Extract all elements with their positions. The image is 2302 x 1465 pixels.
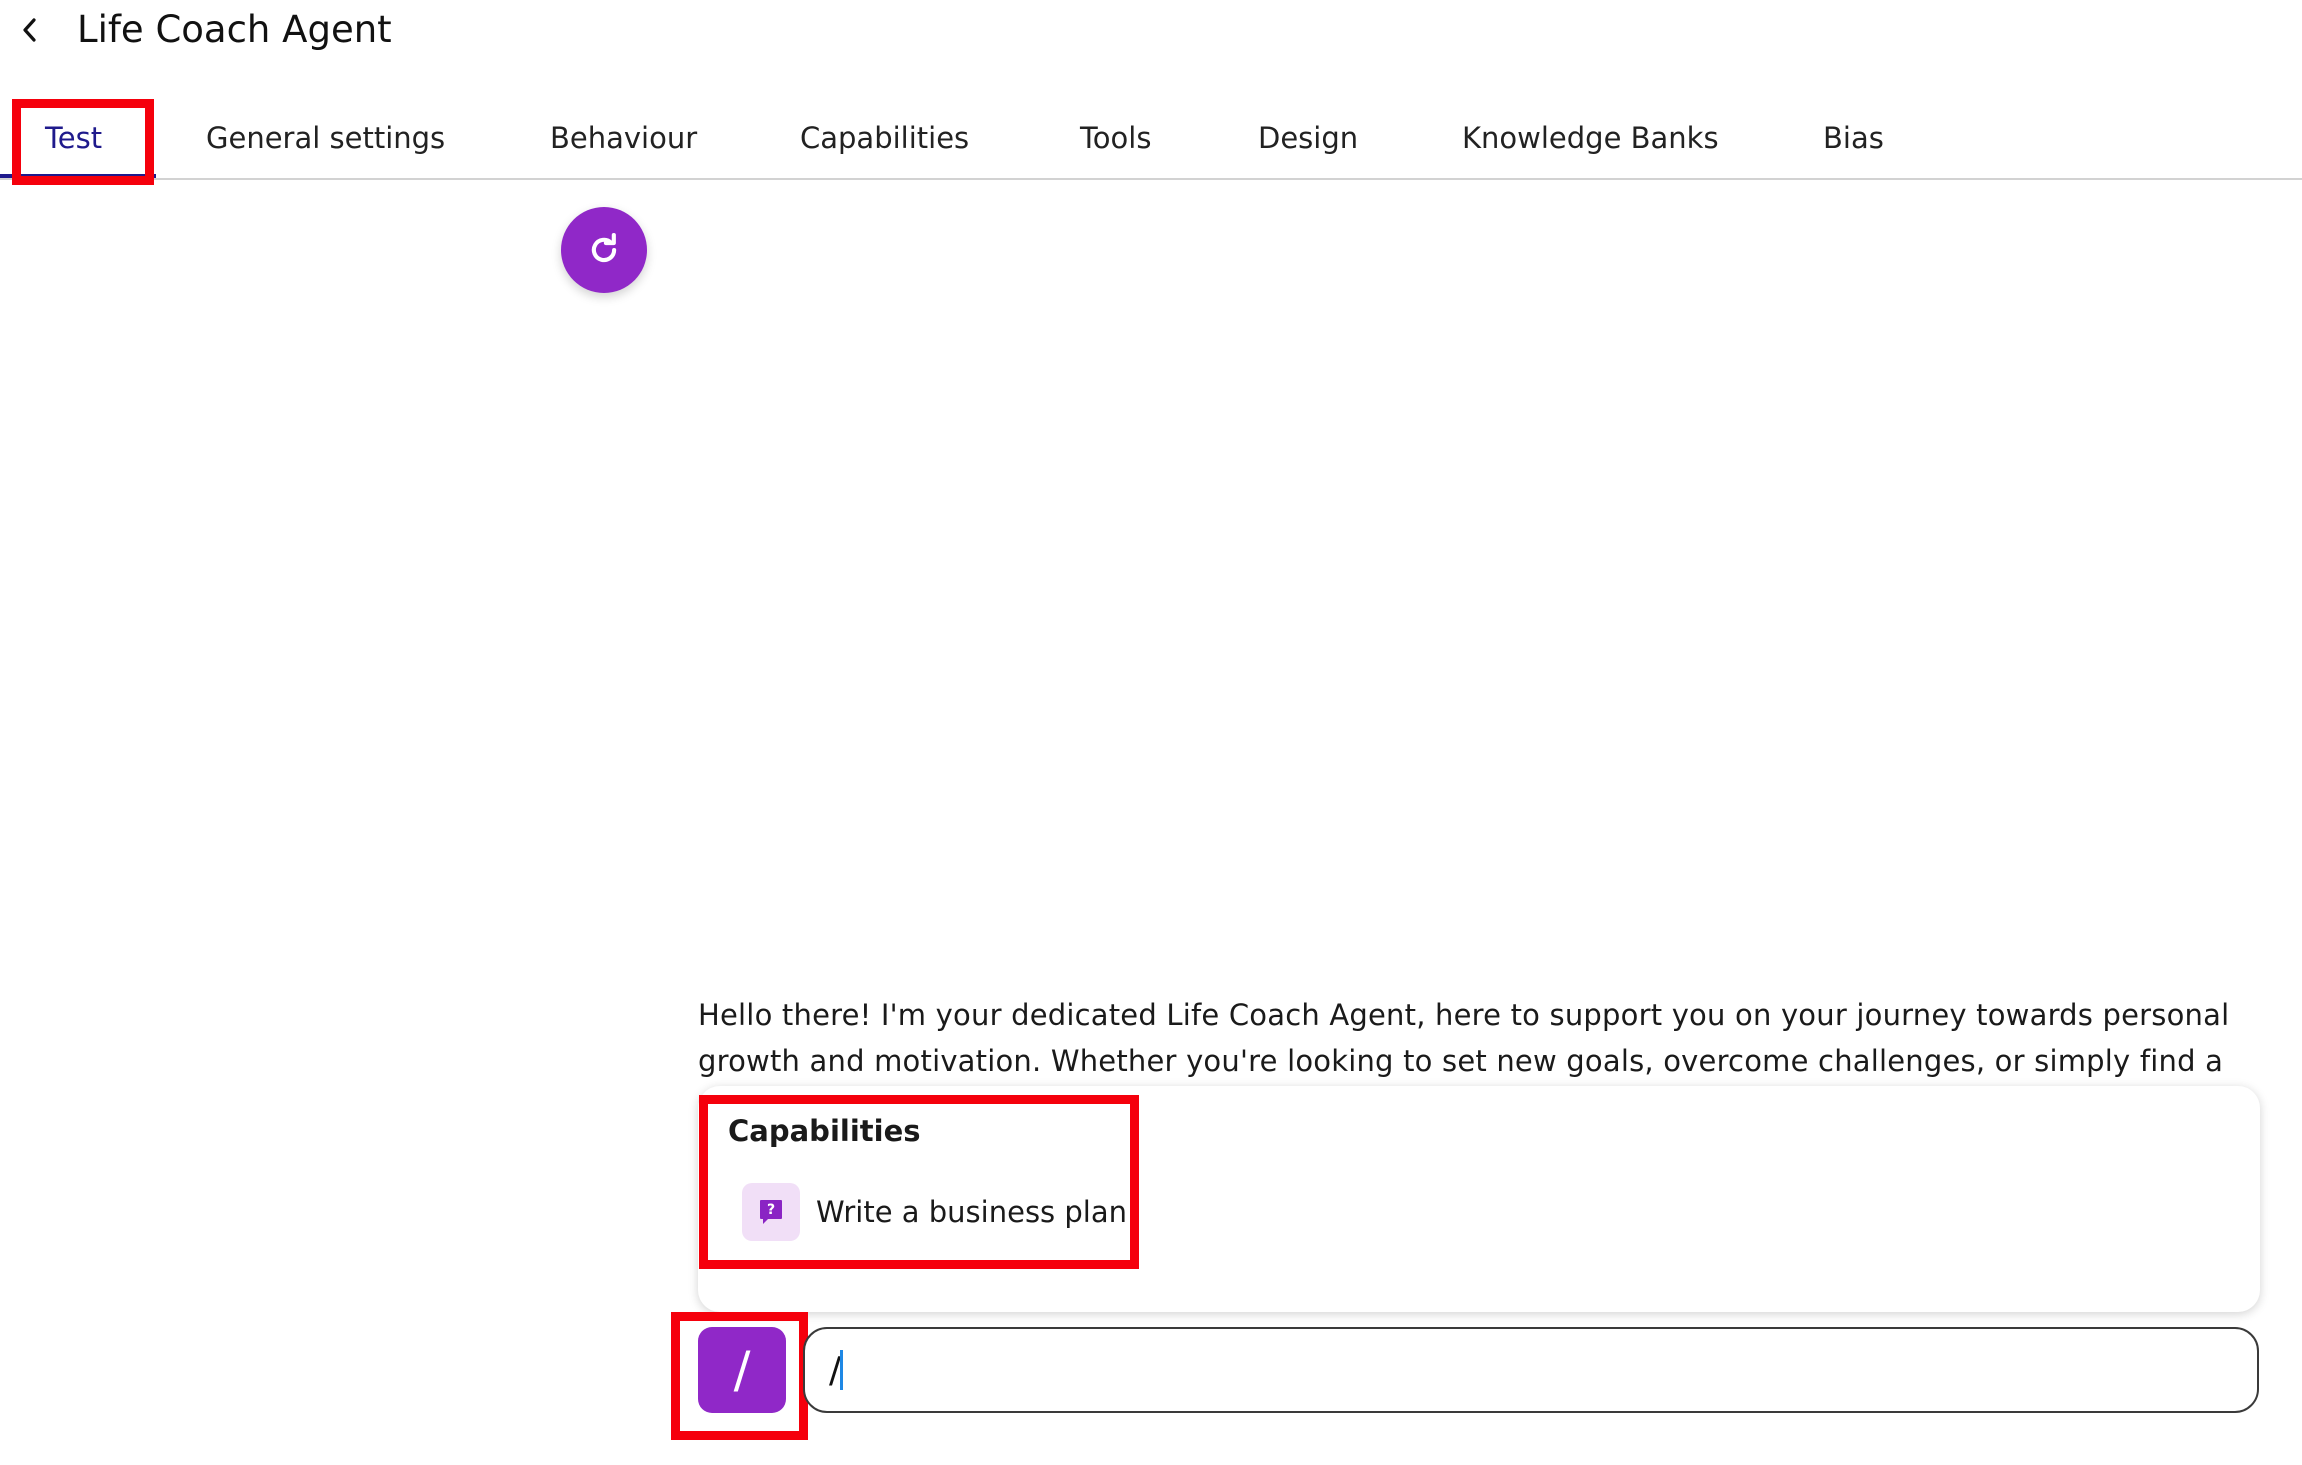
refresh-icon (585, 231, 623, 269)
text-caret (840, 1350, 843, 1390)
chevron-left-icon[interactable] (14, 14, 46, 46)
tab-design[interactable]: Design (1258, 104, 1358, 176)
tab-tools[interactable]: Tools (1080, 104, 1151, 176)
tab-behaviour[interactable]: Behaviour (550, 104, 697, 176)
capability-item[interactable]: ? Write a business plan (742, 1182, 1127, 1242)
active-tab-indicator (0, 174, 156, 178)
svg-text:?: ? (767, 1202, 775, 1218)
capabilities-panel: Capabilities ? Write a business plan (698, 1086, 2260, 1312)
agent-message: Hello there! I'm your dedicated Life Coa… (698, 998, 2230, 1078)
tab-general-settings[interactable]: General settings (206, 104, 445, 176)
tab-bias[interactable]: Bias (1823, 104, 1884, 176)
tab-bar: Test General settings Behaviour Capabili… (0, 104, 2302, 180)
tab-knowledge-banks[interactable]: Knowledge Banks (1462, 104, 1719, 176)
tab-test[interactable]: Test (45, 104, 102, 176)
tab-capabilities[interactable]: Capabilities (800, 104, 969, 176)
question-bubble-icon: ? (742, 1183, 800, 1241)
slash-command-button[interactable]: / (698, 1327, 786, 1413)
capability-item-label: Write a business plan (816, 1195, 1127, 1229)
capabilities-title: Capabilities (728, 1114, 921, 1148)
page: Life Coach Agent Test General settings B… (0, 0, 2302, 1465)
page-title: Life Coach Agent (77, 8, 392, 51)
chat-input[interactable] (803, 1327, 2259, 1413)
refresh-button[interactable] (561, 207, 647, 293)
